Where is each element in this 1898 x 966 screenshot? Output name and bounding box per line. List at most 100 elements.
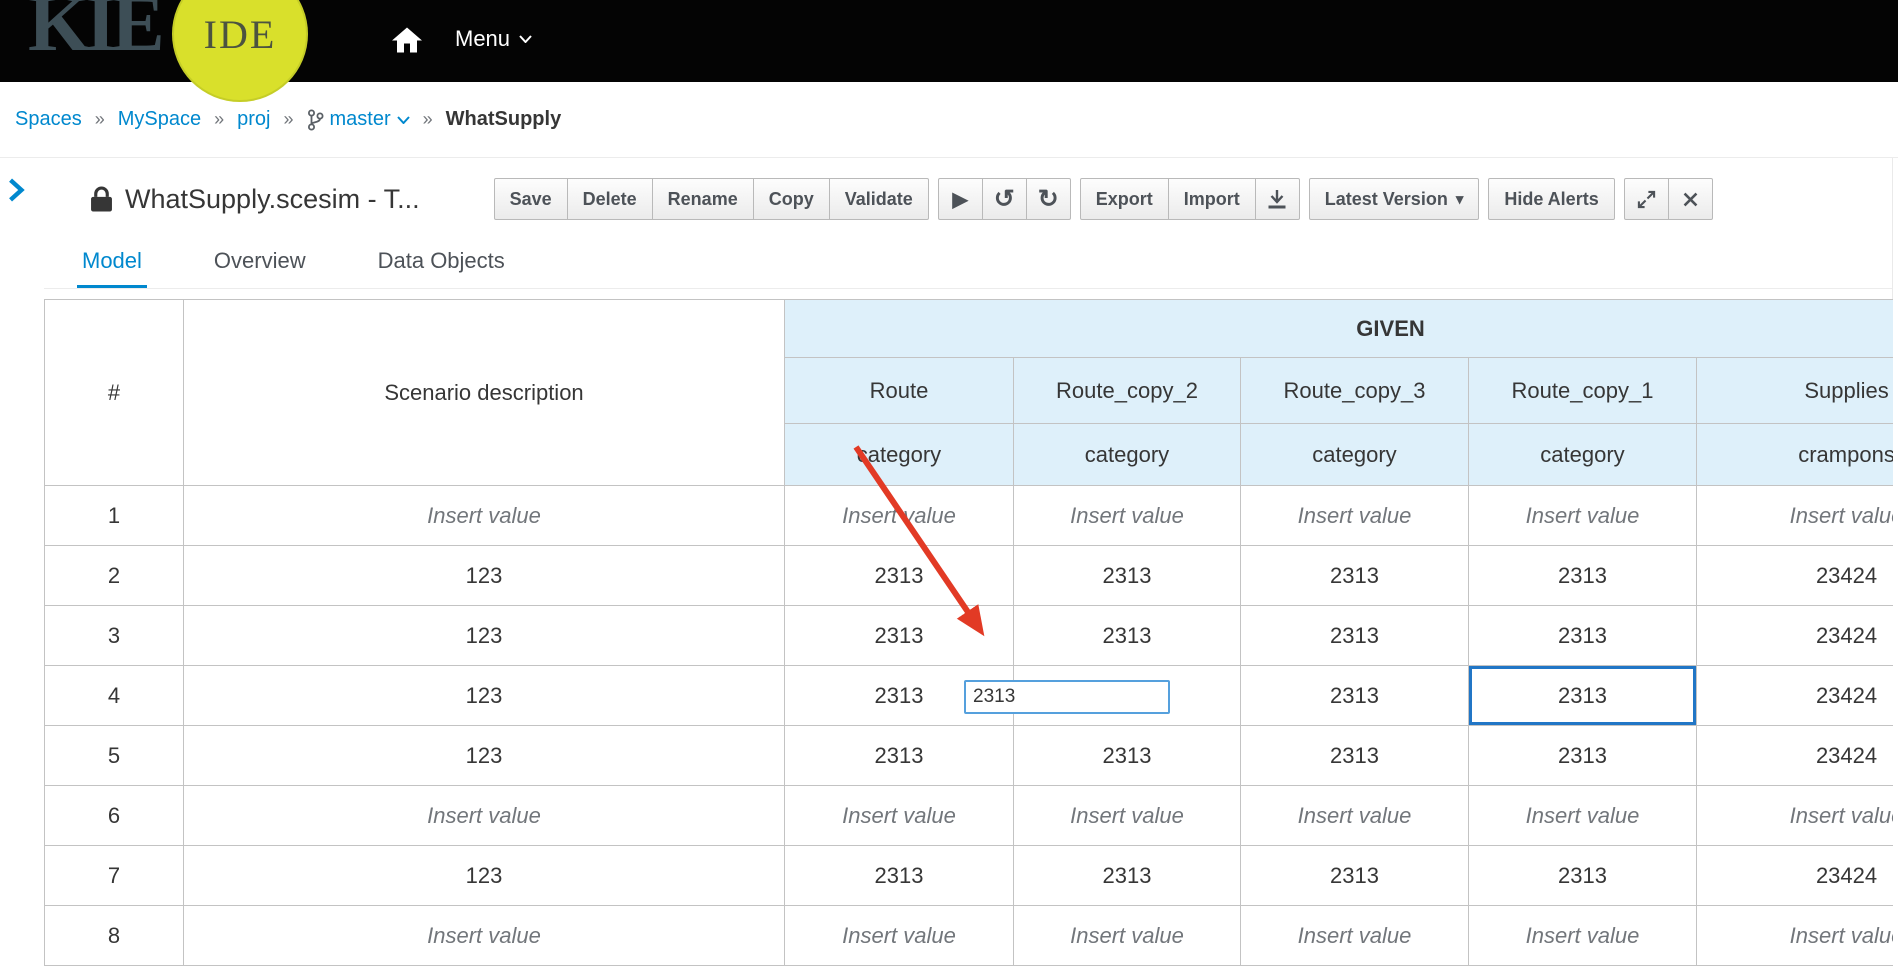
table-row: 7 123 2313 2313 2313 2313 23424 [44,845,1893,906]
scenario-description-cell[interactable]: 123 [183,605,785,666]
grid-cell[interactable]: 2313 [1240,545,1469,606]
undo-button[interactable]: ↺ [981,178,1027,220]
row-number-cell[interactable]: 3 [44,605,184,666]
column-header-route-copy-3[interactable]: Route_copy_3 [1240,357,1469,424]
close-button[interactable] [1667,178,1713,220]
download-button[interactable] [1254,178,1300,220]
row-number-cell[interactable]: 2 [44,545,184,606]
editor-titlebar: WhatSupply.scesim - T... Save Delete Ren… [44,158,1892,222]
grid-cell[interactable]: Insert value [1695,905,1893,966]
tab-data-objects[interactable]: Data Objects [373,236,510,288]
grid-cell[interactable]: 2313 [784,725,1014,786]
row-number-cell[interactable]: 8 [44,905,184,966]
subcolumn-header-category[interactable]: category [1468,423,1697,486]
save-button[interactable]: Save [493,178,568,220]
breadcrumb-myspace[interactable]: MySpace [118,108,201,131]
latest-version-dropdown[interactable]: Latest Version ▾ [1308,178,1480,220]
panel-expand-chevron[interactable] [6,178,26,207]
breadcrumb-branch-master[interactable]: master [330,108,391,131]
scenario-description-cell[interactable]: 123 [183,845,785,906]
grid-cell[interactable]: Insert value [1695,785,1893,846]
scenario-description-cell[interactable]: 123 [183,725,785,786]
tab-overview[interactable]: Overview [209,236,311,288]
grid-cell[interactable]: Insert value [1240,905,1469,966]
grid-cell[interactable]: Insert value [1240,485,1469,546]
cell-edit-input[interactable] [964,680,1170,714]
breadcrumb-spaces[interactable]: Spaces [15,108,82,131]
breadcrumb: Spaces » MySpace » proj » master » WhatS… [0,82,1898,158]
subcolumn-header-category[interactable]: category [1013,423,1241,486]
grid-cell[interactable]: Insert value [1013,485,1241,546]
expand-button[interactable] [1623,178,1669,220]
grid-cell[interactable]: Insert value [1468,905,1697,966]
latest-version-label: Latest Version [1324,188,1448,209]
grid-cell[interactable]: 2313 [1013,545,1241,606]
grid-cell[interactable]: Insert value [784,485,1014,546]
menu-dropdown[interactable]: Menu [455,26,532,52]
grid-cell[interactable]: 2313 [1240,725,1469,786]
grid-cell[interactable]: Insert value [1468,785,1697,846]
column-header-supplies[interactable]: Supplies [1695,357,1893,424]
run-button[interactable]: ▶ [937,178,983,220]
row-number-cell[interactable]: 1 [44,485,184,546]
row-number-header: # [44,299,184,486]
top-nav: KIE IDE Menu [0,0,1898,102]
given-section-header[interactable]: GIVEN [783,299,1893,358]
grid-cell[interactable]: Insert value [784,785,1014,846]
scenario-description-cell[interactable]: 123 [183,545,785,606]
grid-cell[interactable]: 2313 [1240,845,1469,906]
delete-button[interactable]: Delete [566,178,653,220]
import-button[interactable]: Import [1167,178,1256,220]
breadcrumb-proj[interactable]: proj [237,108,270,131]
grid-cell[interactable]: 2313 [1240,665,1469,726]
tab-model[interactable]: Model [77,236,147,288]
subcolumn-header-category[interactable]: category [784,423,1014,486]
scenario-description-header[interactable]: Scenario description [183,299,785,486]
grid-cell[interactable]: 23424 [1695,605,1893,666]
grid-cell[interactable]: 23424 [1695,665,1893,726]
grid-cell[interactable]: 2313 [1468,845,1697,906]
grid-cell[interactable]: 2313 [1013,605,1241,666]
grid-cell[interactable]: 23424 [1695,545,1893,606]
grid-cell[interactable]: 23424 [1695,845,1893,906]
grid-cell[interactable]: 2313 [1468,605,1697,666]
grid-cell[interactable]: 2313 [1013,725,1241,786]
grid-cell[interactable]: 2313 [784,845,1014,906]
grid-cell[interactable]: 2313 [1468,545,1697,606]
grid-cell[interactable]: 2313 [784,605,1014,666]
chevron-down-icon[interactable] [396,115,410,124]
column-header-route[interactable]: Route [784,357,1014,424]
grid-cell[interactable]: 2313 [1240,605,1469,666]
grid-cell[interactable]: 2313 [1468,725,1697,786]
grid-cell[interactable]: Insert value [1013,785,1241,846]
grid-cell[interactable]: Insert value [1013,905,1241,966]
rename-button[interactable]: Rename [651,178,754,220]
grid-cell[interactable]: Insert value [1468,485,1697,546]
subcolumn-header-category[interactable]: category [1240,423,1469,486]
validate-button[interactable]: Validate [828,178,929,220]
scenario-description-cell[interactable]: Insert value [183,785,785,846]
grid-cell[interactable]: 2313 [1013,845,1241,906]
scenario-description-cell[interactable]: Insert value [183,485,785,546]
subcolumn-header-crampons[interactable]: crampons [1695,423,1893,486]
grid-cell[interactable]: 2313 [784,545,1014,606]
row-number-cell[interactable]: 7 [44,845,184,906]
table-row: 1 Insert value Insert value Insert value Ins… [44,485,1893,546]
grid-cell[interactable]: Insert value [1695,485,1893,546]
hide-alerts-button[interactable]: Hide Alerts [1488,178,1615,220]
export-button[interactable]: Export [1079,178,1169,220]
grid-cell[interactable]: Insert value [784,905,1014,966]
grid-cell[interactable]: 2313 [1468,665,1697,726]
column-header-route-copy-1[interactable]: Route_copy_1 [1468,357,1697,424]
row-number-cell[interactable]: 5 [44,725,184,786]
row-number-cell[interactable]: 4 [44,665,184,726]
scenario-description-cell[interactable]: 123 [183,665,785,726]
grid-cell[interactable]: 23424 [1695,725,1893,786]
scenario-description-cell[interactable]: Insert value [183,905,785,966]
copy-button[interactable]: Copy [752,178,830,220]
grid-cell[interactable]: Insert value [1240,785,1469,846]
redo-button[interactable]: ↻ [1025,178,1071,220]
column-header-route-copy-2[interactable]: Route_copy_2 [1013,357,1241,424]
home-icon[interactable] [392,27,422,57]
row-number-cell[interactable]: 6 [44,785,184,846]
